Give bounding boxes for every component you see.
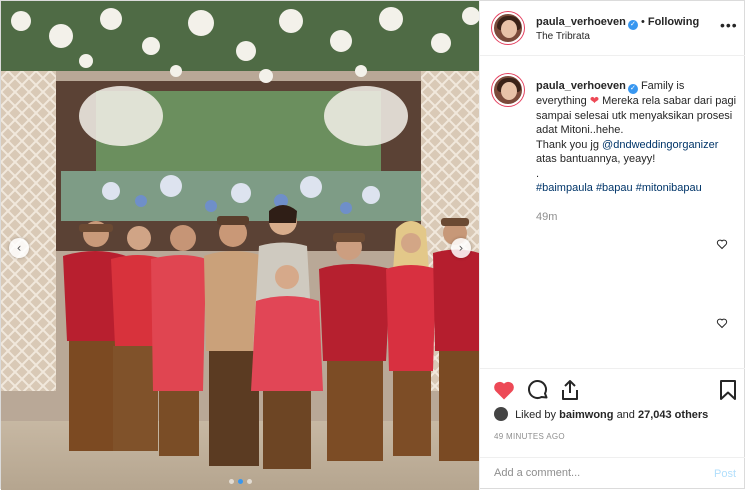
- header-user-line: paula_verhoeven ✓ • Following: [536, 16, 699, 30]
- hashtag-link[interactable]: #bapau: [596, 182, 633, 194]
- carousel-dot: [228, 479, 234, 484]
- liker-avatar[interactable]: [494, 407, 508, 421]
- post-photo[interactable]: ‹ ›: [1, 1, 479, 490]
- verified-badge-icon: ✓: [627, 20, 638, 30]
- heart-filled-icon[interactable]: [492, 378, 516, 402]
- action-bar: [480, 368, 745, 408]
- caption-username[interactable]: paula_verhoeven: [536, 80, 626, 92]
- likes-others-link[interactable]: 27,043 others: [638, 409, 708, 421]
- bookmark-icon[interactable]: [716, 378, 740, 402]
- caption: paula_verhoeven ✓ Family is everything ❤ …: [536, 79, 736, 196]
- share-icon[interactable]: [558, 378, 582, 402]
- following-button[interactable]: Following: [648, 16, 699, 28]
- comment-bar: Post: [480, 457, 745, 490]
- carousel-prev-button[interactable]: ‹: [9, 238, 29, 258]
- likes-prefix: Liked by: [515, 409, 557, 421]
- caption-time: 49m: [536, 211, 558, 223]
- carousel-indicator: [1, 479, 479, 484]
- carousel-dot: [246, 479, 252, 484]
- caption-text-4: atas bantuannya, yeayy!: [536, 153, 656, 165]
- verified-badge-icon: ✓: [627, 84, 638, 94]
- caption-avatar[interactable]: [492, 74, 524, 106]
- post-header: paula_verhoeven ✓ • Following The Tribrat…: [480, 1, 745, 56]
- comment-icon[interactable]: [526, 378, 550, 402]
- likes-connector: and: [616, 409, 635, 421]
- heart-outline-icon[interactable]: [716, 317, 728, 329]
- comment-input[interactable]: [494, 467, 694, 479]
- more-horizontal-icon[interactable]: •••: [720, 17, 738, 33]
- post-details-panel: paula_verhoeven ✓ • Following The Tribrat…: [479, 1, 745, 490]
- family-photo-illustration: [1, 1, 479, 490]
- liker-username[interactable]: baimwong: [559, 409, 613, 421]
- header-username[interactable]: paula_verhoeven: [536, 16, 626, 28]
- post-age: 49 MINUTES AGO: [494, 432, 565, 441]
- separator: •: [640, 16, 645, 28]
- avatar[interactable]: [492, 12, 524, 44]
- caption-dot: .: [536, 167, 540, 180]
- post-comment-button[interactable]: Post: [714, 468, 736, 480]
- hashtag-link[interactable]: #mitonibapau: [636, 182, 702, 194]
- carousel-next-button[interactable]: ›: [451, 238, 471, 258]
- red-heart-emoji-icon: ❤: [589, 95, 600, 107]
- likes-summary: Liked by baimwong and 27,043 others: [494, 407, 708, 421]
- caption-text-3: Thank you jg: [536, 138, 599, 151]
- heart-outline-icon[interactable]: [716, 238, 728, 250]
- carousel-dot-active: [237, 479, 243, 484]
- location-link[interactable]: The Tribrata: [536, 31, 590, 42]
- hashtag-link[interactable]: #baimpaula: [536, 182, 593, 194]
- mention-link[interactable]: @dndweddingorganizer: [602, 139, 718, 151]
- post-container: ‹ › paula_verhoeven ✓ • Following The Tri…: [0, 0, 745, 490]
